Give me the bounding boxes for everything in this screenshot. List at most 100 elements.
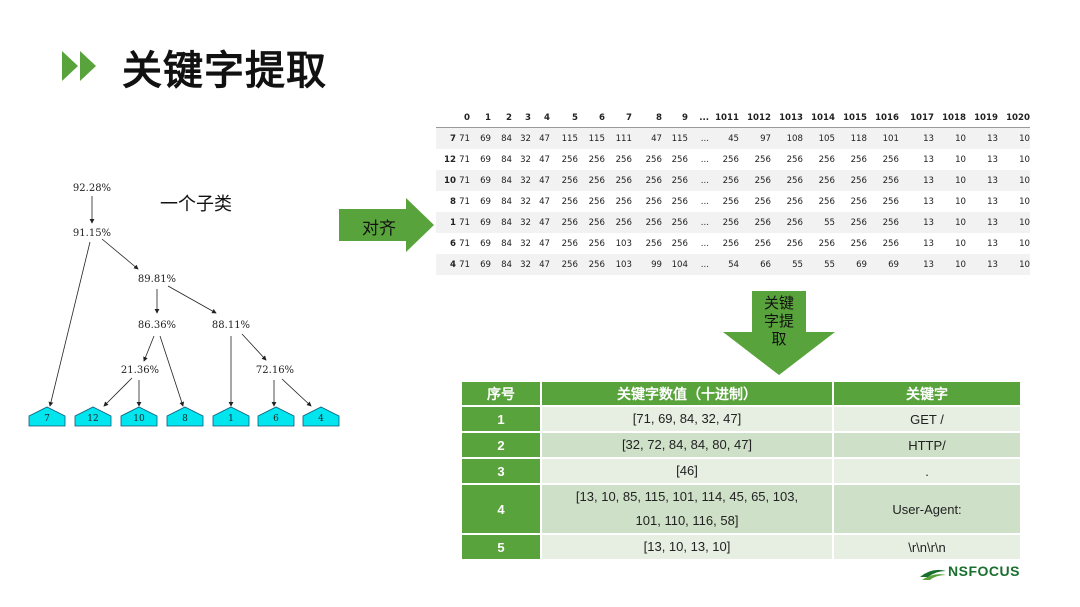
- table-cell: 256: [850, 175, 867, 186]
- table-cell: 69: [480, 154, 491, 165]
- table-cell: 256: [561, 259, 578, 270]
- leaf-label: 8: [182, 414, 188, 424]
- table-cell: 99: [651, 259, 662, 270]
- table-row: 4 71 69 84 32 47 256 256 103 99 104... 54 66 55 55 69 69…: [436, 254, 1030, 275]
- table-cell: 256: [615, 217, 632, 228]
- leaf-label: 10: [133, 414, 145, 424]
- table-cell: 10: [1019, 154, 1030, 165]
- row-keyword: User-Agent:: [834, 485, 1020, 533]
- table-cell: 256: [561, 196, 578, 207]
- table-cell: 47: [539, 154, 550, 165]
- table-cell: 256: [850, 196, 867, 207]
- table-cell: 256: [671, 175, 688, 186]
- table-cell: 256: [818, 154, 835, 165]
- table-cell: 10: [1019, 133, 1030, 144]
- table-row: 2 [32, 72, 84, 84, 80, 47] HTTP/: [462, 433, 1020, 457]
- table-cell: 10: [955, 238, 966, 249]
- row-index: 10: [444, 175, 456, 186]
- column-header: 1017: [910, 112, 934, 123]
- column-header: 1016: [875, 112, 899, 123]
- table-cell: 10: [955, 196, 966, 207]
- leaf-label: 12: [87, 414, 98, 424]
- row-index: 7: [450, 133, 456, 144]
- table-cell: 32: [520, 196, 531, 207]
- table-cell: 13: [987, 238, 998, 249]
- table-cell: 71: [459, 259, 470, 270]
- table-cell: 256: [645, 217, 662, 228]
- row-serial: 2: [462, 433, 540, 457]
- row-serial: 5: [462, 535, 540, 559]
- table-cell: 115: [671, 133, 688, 144]
- table-cell: 256: [818, 196, 835, 207]
- table-cell: 55: [824, 217, 835, 228]
- table-cell: 10: [1019, 259, 1030, 270]
- table-cell: 115: [561, 133, 578, 144]
- table-cell: 256: [882, 175, 899, 186]
- table-cell: 256: [561, 217, 578, 228]
- align-arrow-label: 对齐: [362, 219, 396, 239]
- column-header: 1012: [747, 112, 771, 123]
- table-cell: 55: [824, 259, 835, 270]
- row-index: 12: [444, 154, 456, 165]
- table-cell: 256: [671, 217, 688, 228]
- table-cell: 10: [955, 217, 966, 228]
- aligned-data-table: 0 1 2 3 4 5 6 7 8 9 ... 1011 1012 1013 1…: [436, 108, 1030, 275]
- row-values-line: [13, 10, 85, 115, 101, 114, 45, 65, 103,: [575, 489, 799, 504]
- column-header: 0: [464, 112, 470, 123]
- column-header: 6: [599, 112, 605, 123]
- table-cell: 105: [818, 133, 835, 144]
- header-keyword: 关键字: [834, 382, 1020, 405]
- table-row: 3 [46] .: [462, 459, 1020, 483]
- table-cell: 10: [955, 259, 966, 270]
- leaf-label: 6: [273, 414, 279, 424]
- table-cell: ...: [700, 154, 709, 165]
- column-header: 1013: [779, 112, 803, 123]
- column-header: 1011: [715, 112, 739, 123]
- table-cell: 69: [480, 175, 491, 186]
- column-header: 1: [485, 112, 491, 123]
- table-cell: 32: [520, 154, 531, 165]
- table-cell: 256: [754, 154, 771, 165]
- table-cell: 97: [760, 133, 771, 144]
- column-header: 1015: [843, 112, 867, 123]
- table-cell: 256: [615, 196, 632, 207]
- row-serial: 4: [462, 485, 540, 533]
- tree-node-label: 72.16%: [256, 365, 294, 376]
- tree-node-label: 91.15%: [73, 228, 111, 239]
- table-cell: 47: [539, 238, 550, 249]
- nsfocus-logo-text: NSFOCUS: [948, 563, 1020, 579]
- column-header: 5: [572, 112, 578, 123]
- keyword-table-header: 序号 关键字数值（十进制） 关键字: [462, 382, 1020, 405]
- row-index: 1: [450, 217, 456, 228]
- table-cell: 54: [728, 259, 739, 270]
- table-cell: 256: [615, 175, 632, 186]
- row-values: [32, 72, 84, 84, 80, 47]: [542, 433, 832, 457]
- page-title: 关键字提取: [122, 48, 327, 94]
- table-cell: 256: [588, 259, 605, 270]
- table-cell: 55: [792, 259, 803, 270]
- table-cell: ...: [700, 175, 709, 186]
- table-cell: 13: [923, 238, 934, 249]
- table-cell: 32: [520, 238, 531, 249]
- table-row: 6 71 69 84 32 47 256 256 103 256 256... 256 256 256 25…: [436, 233, 1030, 254]
- column-header: [436, 108, 456, 128]
- table-cell: 256: [722, 217, 739, 228]
- table-cell: 10: [955, 154, 966, 165]
- column-header: 3: [525, 112, 531, 123]
- table-row: 4 [13, 10, 85, 115, 101, 114, 45, 65, 10…: [462, 485, 1020, 533]
- table-cell: 256: [882, 196, 899, 207]
- table-cell: 256: [882, 154, 899, 165]
- row-index: 4: [450, 259, 456, 270]
- table-cell: 10: [1019, 217, 1030, 228]
- table-cell: 256: [786, 217, 803, 228]
- table-cell: 256: [754, 175, 771, 186]
- table-cell: 71: [459, 238, 470, 249]
- table-cell: 69: [888, 259, 899, 270]
- table-cell: 256: [754, 238, 771, 249]
- extract-arrow-label: 关键 字提取: [763, 294, 794, 348]
- table-cell: 84: [501, 175, 512, 186]
- table-cell: 69: [480, 133, 491, 144]
- column-header: ...: [699, 112, 709, 123]
- table-cell: 256: [882, 238, 899, 249]
- header-keyword-values: 关键字数值（十进制）: [542, 382, 832, 405]
